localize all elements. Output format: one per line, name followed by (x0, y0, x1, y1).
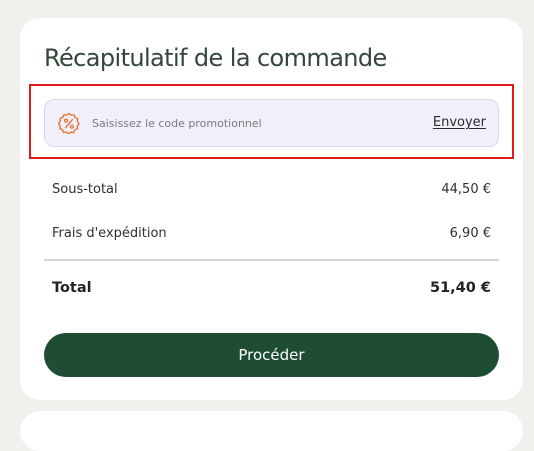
subtotal-row: Sous-total 44,50 € (52, 179, 491, 199)
promo-code-field[interactable]: Envoyer (44, 99, 499, 147)
shipping-label: Frais d'expédition (52, 225, 167, 241)
proceed-button[interactable]: Procéder (44, 333, 499, 377)
totals-divider (44, 259, 499, 261)
shipping-value: 6,90 € (449, 225, 491, 241)
subtotal-label: Sous-total (52, 181, 118, 197)
promo-code-input[interactable] (92, 113, 412, 133)
next-card (20, 411, 523, 451)
subtotal-value: 44,50 € (441, 181, 491, 197)
shipping-row: Frais d'expédition 6,90 € (52, 223, 491, 243)
percent-badge-icon (58, 112, 80, 134)
total-label: Total (52, 280, 92, 296)
total-row: Total 51,40 € (52, 278, 491, 298)
order-summary-title: Récapitulatif de la commande (44, 44, 387, 72)
promo-submit-link[interactable]: Envoyer (433, 114, 486, 132)
total-value: 51,40 € (429, 280, 491, 296)
